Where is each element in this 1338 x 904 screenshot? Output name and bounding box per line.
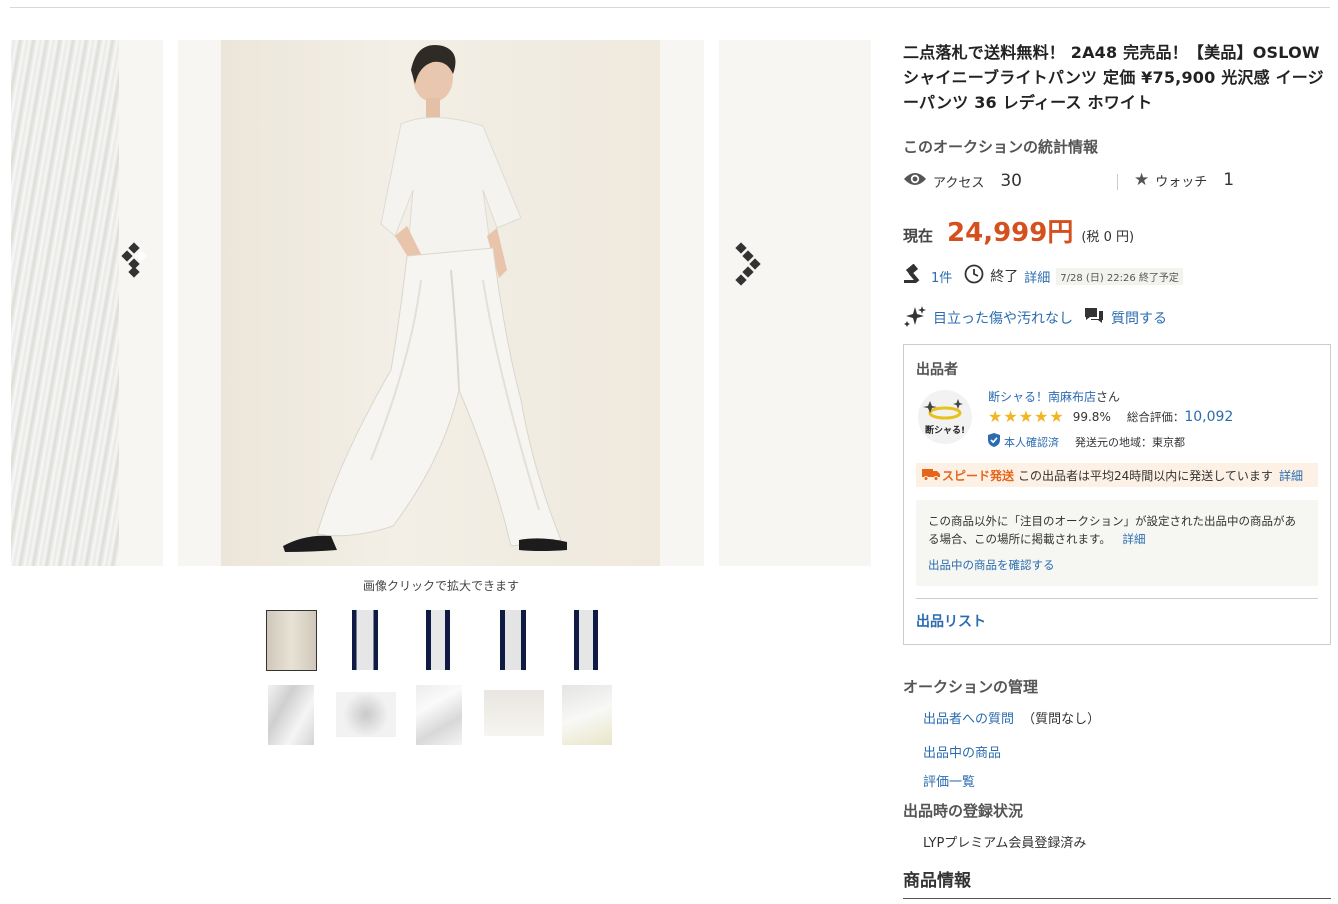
total-rating-label: 総合評価：	[1126, 409, 1185, 424]
seller-avatar[interactable]: 断シャる!	[918, 387, 972, 447]
management-heading: オークションの管理	[903, 678, 1039, 696]
seller-divider	[916, 598, 1318, 599]
speed-text: この出品者は平均24時間以内に発送しています	[1018, 468, 1273, 483]
view-listings-link[interactable]: 出品中の商品を確認する	[928, 558, 1055, 572]
speed-label: スピード発送	[942, 468, 1015, 483]
thumbnail-6[interactable]	[268, 685, 314, 745]
seller-items-link[interactable]: 出品中の商品	[923, 742, 1001, 761]
thumbnail-1[interactable]	[266, 610, 317, 671]
watch-count: 1	[1223, 170, 1235, 190]
thumbnail-2[interactable]	[352, 610, 378, 670]
stats-heading: このオークションの統計情報	[903, 138, 1099, 156]
condition-link[interactable]: 目立った傷や汚れなし	[933, 308, 1073, 328]
verified-link[interactable]: 本人確認済	[1004, 434, 1059, 450]
price-label: 現在	[903, 227, 934, 245]
gallery-next-arrow-icon[interactable]	[728, 240, 764, 286]
model-photo	[221, 40, 660, 566]
watch-label: ウォッチ	[1155, 174, 1208, 190]
end-time-badge: 7/28 (日) 22:26 終了予定	[1056, 267, 1183, 285]
bid-count-link[interactable]: 1件	[931, 267, 952, 286]
seller-heading: 出品者	[916, 362, 958, 378]
seller-rating-row: ★★★★★ 99.8% 総合評価： 10,092	[988, 407, 1233, 426]
ask-question-link[interactable]: 質問する	[1111, 308, 1167, 328]
gallery-zoom-hint: 画像クリックで拡大できます	[362, 579, 519, 593]
thumbnail-4[interactable]	[500, 610, 526, 670]
product-info-divider	[903, 898, 1331, 899]
seller-box: 出品者 断シャる! 断シャる！南麻布店さん ★★★★★ 99.8% 総合評価： …	[903, 344, 1331, 645]
seller-question-link[interactable]: 出品者への質問	[923, 712, 1014, 727]
price-row: 現在 24,999円 (税 0 円)	[903, 212, 1134, 249]
access-count: 30	[1000, 171, 1022, 191]
sparkle-icon	[903, 304, 927, 332]
model-figure	[283, 45, 567, 552]
question-note: （質問なし）	[1022, 712, 1101, 727]
ship-region: 発送元の地域：東京都	[1075, 435, 1185, 449]
thumbnail-9[interactable]	[484, 690, 544, 736]
end-label: 終了	[990, 269, 1019, 285]
rating-percent: 99.8%	[1072, 409, 1111, 424]
watch-stat: ★ ウォッチ 1	[1134, 170, 1234, 190]
item-details-panel: 二点落札で送料無料！ 2A48 完売品！【美品】OSLOW シャイニーブライトパ…	[903, 40, 1331, 899]
rating-stars-icon: ★★★★★	[988, 407, 1065, 426]
gallery-prev-slide[interactable]	[11, 40, 163, 566]
seller-name-row: 断シャる！南麻布店さん	[988, 388, 1120, 405]
thumbnail-7[interactable]	[336, 692, 396, 737]
registration-heading: 出品時の登録状況	[903, 802, 1024, 820]
gallery-main-image[interactable]	[178, 40, 704, 566]
top-divider	[10, 7, 1330, 8]
gallery-prev-arrow-icon[interactable]	[117, 240, 153, 286]
gallery-next-slide[interactable]	[719, 40, 871, 566]
clock-icon	[964, 264, 984, 288]
current-price: 24,999円	[947, 218, 1074, 248]
seller-verify-row: 本人確認済 発送元の地域：東京都	[988, 433, 1185, 450]
seller-suffix: さん	[1096, 390, 1121, 404]
stats-divider	[1117, 174, 1118, 190]
notice-text: この商品以外に「注目のオークション」が設定された出品中の商品がある場合、この場所…	[928, 514, 1296, 546]
avatar-text: 断シャる!	[924, 426, 966, 436]
product-info-heading: 商品情報	[903, 871, 971, 891]
access-label: アクセス	[933, 175, 985, 191]
registration-status: LYPプレミアム会員登録済み	[923, 836, 1087, 851]
thumbnail-3[interactable]	[426, 610, 450, 670]
chat-bubble-icon	[1083, 306, 1105, 330]
reviews-link[interactable]: 評価一覧	[923, 771, 975, 790]
speed-shipping-banner: スピード発送 この出品者は平均24時間以内に発送しています 詳細	[916, 463, 1318, 487]
notice-detail-link[interactable]: 詳細	[1123, 532, 1146, 546]
condition-row: 目立った傷や汚れなし 質問する	[903, 304, 1167, 332]
seller-name-link[interactable]: 断シャる！南麻布店	[988, 390, 1096, 404]
seller-list-link[interactable]: 出品リスト	[916, 611, 986, 631]
featured-notice: この商品以外に「注目のオークション」が設定された出品中の商品がある場合、この場所…	[916, 500, 1318, 586]
access-stat: アクセス 30	[903, 170, 1022, 192]
end-detail-link[interactable]: 詳細	[1024, 267, 1050, 286]
shield-check-icon	[988, 433, 1000, 450]
question-row: 出品者への質問 （質問なし）	[923, 708, 1100, 727]
gavel-icon	[903, 263, 925, 288]
eye-icon	[903, 170, 927, 192]
star-icon: ★	[1134, 170, 1150, 190]
thumbnail-10[interactable]	[562, 685, 612, 745]
thumbnail-5[interactable]	[574, 610, 598, 670]
speed-detail-link[interactable]: 詳細	[1279, 467, 1303, 484]
stats-row: アクセス 30 ★ ウォッチ 1	[903, 170, 1331, 194]
bid-row: 1件 終了 詳細 7/28 (日) 22:26 終了予定	[903, 263, 1183, 288]
thumbnail-8[interactable]	[416, 685, 462, 745]
item-title: 二点落札で送料無料！ 2A48 完売品！【美品】OSLOW シャイニーブライトパ…	[903, 43, 1324, 112]
truck-icon	[922, 467, 940, 484]
total-rating-link[interactable]: 10,092	[1184, 409, 1233, 425]
tax-note: (税 0 円)	[1081, 230, 1135, 245]
fabric-closeup-image	[11, 40, 119, 566]
